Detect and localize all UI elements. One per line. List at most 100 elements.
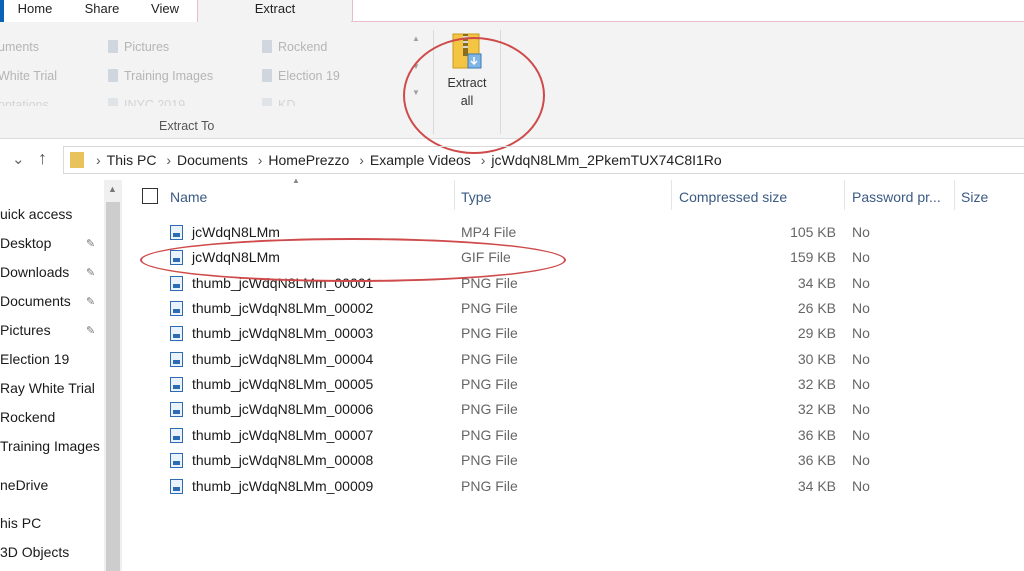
file-row[interactable]: thumb_jcWdqN8LMm_00004 PNG File 30 KB No	[130, 347, 1024, 372]
file-compressed-size: 30 KB	[797, 351, 836, 367]
chevron-right-icon[interactable]: ›	[258, 152, 263, 168]
folder-icon	[262, 40, 272, 53]
address-row: ⌄ ↑ › This PC › Documents › HomePrezzo › Exa…	[0, 146, 1024, 174]
file-compressed-size: 105 KB	[790, 224, 836, 240]
nav-item-election-19[interactable]: Election 19	[0, 351, 69, 367]
png-file-icon	[170, 428, 183, 443]
extract-to-item[interactable]: Pictures	[108, 40, 169, 54]
extract-to-item-label: Rockend	[278, 40, 328, 54]
extract-to-item[interactable]: KD	[262, 98, 295, 106]
nav-item-ray-white-trial[interactable]: Ray White Trial	[0, 380, 95, 396]
ribbon-tabs: Home Share View Extract	[0, 0, 1024, 22]
extract-to-item[interactable]: uments	[0, 40, 39, 54]
file-row[interactable]: thumb_jcWdqN8LMm_00006 PNG File 32 KB No	[130, 397, 1024, 422]
select-all-checkbox[interactable]	[142, 188, 158, 204]
tab-home[interactable]: Home	[0, 0, 70, 22]
column-divider[interactable]	[954, 180, 955, 210]
nav-item-training-images[interactable]: Training Images	[0, 438, 100, 454]
nav-item-rockend[interactable]: Rockend	[0, 409, 55, 425]
sort-caret-icon: ▲	[292, 176, 300, 185]
column-header-password[interactable]: Password pr...	[852, 189, 941, 205]
file-name: thumb_jcWdqN8LMm_00005	[192, 376, 374, 392]
pin-icon: ✎	[86, 238, 96, 250]
scrollbar-thumb[interactable]	[106, 202, 120, 571]
tab-extract[interactable]: Extract	[197, 0, 353, 22]
breadcrumb-item[interactable]: HomePrezzo	[268, 152, 349, 168]
file-password: No	[852, 478, 870, 494]
extract-to-item[interactable]: Rockend	[262, 40, 327, 54]
column-header-compressed-size[interactable]: Compressed size	[679, 189, 787, 205]
file-compressed-size: 36 KB	[797, 452, 836, 468]
column-divider[interactable]	[844, 180, 845, 210]
extract-to-item-label: KD	[278, 98, 296, 106]
file-row[interactable]: thumb_jcWdqN8LMm_00005 PNG File 32 KB No	[130, 372, 1024, 397]
file-compressed-size: 29 KB	[797, 325, 836, 341]
up-arrow-icon[interactable]: ↑	[38, 148, 47, 169]
file-name: thumb_jcWdqN8LMm_00003	[192, 325, 374, 341]
nav-item-this-pc[interactable]: his PC	[0, 515, 41, 531]
breadcrumb-item[interactable]: This PC	[107, 152, 157, 168]
extract-to-item[interactable]: Election 19	[262, 69, 340, 83]
column-header-size[interactable]: Size	[961, 189, 988, 205]
nav-item-3d-objects[interactable]: 3D Objects	[0, 544, 69, 560]
file-password: No	[852, 401, 870, 417]
file-row[interactable]: thumb_jcWdqN8LMm_00007 PNG File 36 KB No	[130, 423, 1024, 448]
breadcrumb-item[interactable]: jcWdqN8LMm_2PkemTUX74C8I1Ro	[491, 152, 721, 168]
extract-to-item-label: Training Images	[124, 69, 214, 83]
chevron-right-icon[interactable]: ›	[166, 152, 171, 168]
file-name: thumb_jcWdqN8LMm_00007	[192, 427, 374, 443]
png-file-icon	[170, 479, 183, 494]
nav-item-desktop[interactable]: Desktop	[0, 235, 51, 251]
pin-icon: ✎	[86, 325, 96, 337]
column-header-name[interactable]: Name	[170, 189, 207, 205]
address-bar[interactable]: › This PC › Documents › HomePrezzo › Example…	[63, 146, 1024, 174]
extract-to-item-label: Pictures	[124, 40, 170, 54]
nav-item-onedrive[interactable]: neDrive	[0, 477, 48, 493]
file-row[interactable]: thumb_jcWdqN8LMm_00009 PNG File 34 KB No	[130, 474, 1024, 499]
extract-to-item[interactable]: ontations	[0, 98, 49, 106]
nav-scrollbar[interactable]: ▲	[104, 180, 122, 571]
column-header-type[interactable]: Type	[461, 189, 491, 205]
column-divider[interactable]	[454, 180, 455, 210]
nav-item-documents[interactable]: Documents	[0, 293, 71, 309]
file-password: No	[852, 427, 870, 443]
extract-to-item[interactable]: White Trial	[0, 69, 57, 83]
file-name: thumb_jcWdqN8LMm_00006	[192, 401, 374, 417]
nav-item-pictures[interactable]: Pictures	[0, 322, 51, 338]
chevron-up-icon[interactable]: ▲	[108, 184, 117, 194]
zip-folder-icon	[70, 152, 84, 168]
file-type: PNG File	[461, 452, 518, 468]
file-row[interactable]: thumb_jcWdqN8LMm_00002 PNG File 26 KB No	[130, 296, 1024, 321]
breadcrumb-item[interactable]: Documents	[177, 152, 248, 168]
png-file-icon	[170, 301, 183, 316]
file-compressed-size: 34 KB	[797, 478, 836, 494]
folder-icon	[262, 98, 272, 106]
png-file-icon	[170, 352, 183, 367]
file-password: No	[852, 325, 870, 341]
extract-to-item[interactable]: Training Images	[108, 69, 213, 83]
annotation-circle	[140, 238, 566, 282]
column-divider[interactable]	[671, 180, 672, 210]
png-file-icon	[170, 276, 183, 291]
extract-to-item-label: INYC 2019	[124, 98, 186, 106]
chevron-down-icon[interactable]: ⌄	[12, 150, 25, 168]
chevron-up-icon[interactable]: ▲	[412, 34, 420, 43]
file-row[interactable]: thumb_jcWdqN8LMm_00003 PNG File 29 KB No	[130, 321, 1024, 346]
nav-item-downloads[interactable]: Downloads	[0, 264, 69, 280]
tab-share[interactable]: Share	[70, 0, 134, 22]
png-file-icon	[170, 402, 183, 417]
nav-item-quick-access[interactable]: uick access	[0, 206, 72, 222]
chevron-right-icon[interactable]: ›	[96, 152, 101, 168]
tab-view[interactable]: View	[134, 0, 196, 22]
folder-icon	[108, 98, 118, 106]
ribbon: uments White Trial ontations Pictures Tr…	[0, 22, 1024, 154]
file-compressed-size: 32 KB	[797, 401, 836, 417]
file-name: thumb_jcWdqN8LMm_00004	[192, 351, 374, 367]
file-compressed-size: 32 KB	[797, 376, 836, 392]
chevron-right-icon[interactable]: ›	[359, 152, 364, 168]
extract-to-item[interactable]: INYC 2019	[108, 98, 185, 106]
file-row[interactable]: thumb_jcWdqN8LMm_00008 PNG File 36 KB No	[130, 448, 1024, 473]
breadcrumb-item[interactable]: Example Videos	[370, 152, 471, 168]
file-type: PNG File	[461, 478, 518, 494]
chevron-right-icon[interactable]: ›	[481, 152, 486, 168]
